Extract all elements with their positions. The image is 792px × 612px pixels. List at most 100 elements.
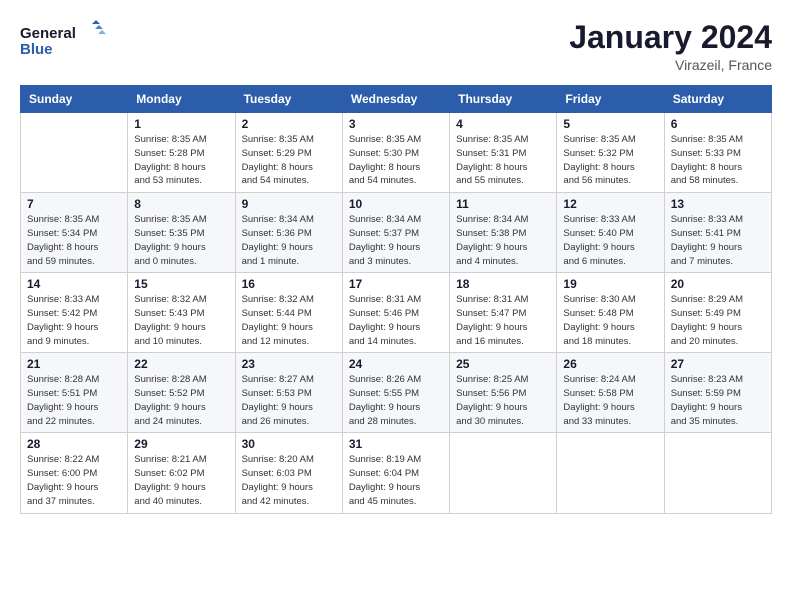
day-info: Sunrise: 8:35 AMSunset: 5:32 PMDaylight:… (563, 133, 657, 188)
day-cell: 9Sunrise: 8:34 AMSunset: 5:36 PMDaylight… (235, 193, 342, 273)
day-info: Sunrise: 8:28 AMSunset: 5:51 PMDaylight:… (27, 373, 121, 428)
header: General Blue January 2024 Virazeil, Fran… (20, 20, 772, 73)
day-info: Sunrise: 8:33 AMSunset: 5:40 PMDaylight:… (563, 213, 657, 268)
day-info: Sunrise: 8:35 AMSunset: 5:33 PMDaylight:… (671, 133, 765, 188)
week-row-2: 7 Sunrise: 8:35 AMSunset: 5:34 PMDaylight… (21, 193, 772, 273)
day-number: 23 (242, 357, 336, 371)
day-info: Sunrise: 8:21 AMSunset: 6:02 PMDaylight:… (134, 453, 228, 508)
day-number: 16 (242, 277, 336, 291)
title-area: January 2024 Virazeil, France (569, 20, 772, 73)
location: Virazeil, France (569, 57, 772, 73)
day-info: Sunrise: 8:32 AMSunset: 5:43 PMDaylight:… (134, 293, 228, 348)
day-cell: 26 Sunrise: 8:24 AMSunset: 5:58 PMDayligh… (557, 353, 664, 433)
day-number: 3 (349, 117, 443, 131)
svg-text:General: General (20, 25, 76, 42)
day-cell: 6Sunrise: 8:35 AMSunset: 5:33 PMDaylight… (664, 113, 771, 193)
day-number: 4 (456, 117, 550, 131)
day-number: 7 (27, 197, 121, 211)
day-cell: 31 Sunrise: 8:19 AMSunset: 6:04 PMDayligh… (342, 433, 449, 513)
day-cell: 21 Sunrise: 8:28 AMSunset: 5:51 PMDayligh… (21, 353, 128, 433)
day-number: 9 (242, 197, 336, 211)
day-info: Sunrise: 8:25 AMSunset: 5:56 PMDaylight:… (456, 373, 550, 428)
day-cell (450, 433, 557, 513)
day-info: Sunrise: 8:27 AMSunset: 5:53 PMDaylight:… (242, 373, 336, 428)
day-cell: 25 Sunrise: 8:25 AMSunset: 5:56 PMDayligh… (450, 353, 557, 433)
day-cell: 1 Sunrise: 8:35 AMSunset: 5:28 PMDaylight… (128, 113, 235, 193)
col-header-thursday: Thursday (450, 86, 557, 113)
day-number: 22 (134, 357, 228, 371)
col-header-tuesday: Tuesday (235, 86, 342, 113)
day-info: Sunrise: 8:31 AMSunset: 5:47 PMDaylight:… (456, 293, 550, 348)
day-info: Sunrise: 8:35 AMSunset: 5:34 PMDaylight:… (27, 213, 121, 268)
day-number: 25 (456, 357, 550, 371)
page: General Blue January 2024 Virazeil, Fran… (0, 0, 792, 612)
day-cell: 19 Sunrise: 8:30 AMSunset: 5:48 PMDayligh… (557, 273, 664, 353)
day-cell: 23 Sunrise: 8:27 AMSunset: 5:53 PMDayligh… (235, 353, 342, 433)
col-header-monday: Monday (128, 86, 235, 113)
day-number: 31 (349, 437, 443, 451)
day-cell: 28Sunrise: 8:22 AMSunset: 6:00 PMDayligh… (21, 433, 128, 513)
day-cell: 11Sunrise: 8:34 AMSunset: 5:38 PMDayligh… (450, 193, 557, 273)
month-title: January 2024 (569, 20, 772, 55)
day-number: 15 (134, 277, 228, 291)
week-row-1: 1 Sunrise: 8:35 AMSunset: 5:28 PMDaylight… (21, 113, 772, 193)
day-cell: 29 Sunrise: 8:21 AMSunset: 6:02 PMDayligh… (128, 433, 235, 513)
day-cell (21, 113, 128, 193)
day-info: Sunrise: 8:35 AMSunset: 5:28 PMDaylight:… (134, 133, 228, 188)
day-info: Sunrise: 8:23 AMSunset: 5:59 PMDaylight:… (671, 373, 765, 428)
day-number: 19 (563, 277, 657, 291)
day-cell: 18 Sunrise: 8:31 AMSunset: 5:47 PMDayligh… (450, 273, 557, 353)
day-number: 26 (563, 357, 657, 371)
day-info: Sunrise: 8:26 AMSunset: 5:55 PMDaylight:… (349, 373, 443, 428)
day-info: Sunrise: 8:35 AMSunset: 5:30 PMDaylight:… (349, 133, 443, 188)
logo: General Blue (20, 20, 110, 62)
day-info: Sunrise: 8:28 AMSunset: 5:52 PMDaylight:… (134, 373, 228, 428)
day-cell (664, 433, 771, 513)
day-cell: 15 Sunrise: 8:32 AMSunset: 5:43 PMDayligh… (128, 273, 235, 353)
day-cell: 22 Sunrise: 8:28 AMSunset: 5:52 PMDayligh… (128, 353, 235, 433)
day-number: 14 (27, 277, 121, 291)
day-info: Sunrise: 8:33 AMSunset: 5:42 PMDaylight:… (27, 293, 121, 348)
day-number: 10 (349, 197, 443, 211)
day-cell: 30 Sunrise: 8:20 AMSunset: 6:03 PMDayligh… (235, 433, 342, 513)
day-info: Sunrise: 8:29 AMSunset: 5:49 PMDaylight:… (671, 293, 765, 348)
day-cell: 10 Sunrise: 8:34 AMSunset: 5:37 PMDayligh… (342, 193, 449, 273)
header-row: SundayMondayTuesdayWednesdayThursdayFrid… (21, 86, 772, 113)
col-header-sunday: Sunday (21, 86, 128, 113)
day-cell: 27Sunrise: 8:23 AMSunset: 5:59 PMDayligh… (664, 353, 771, 433)
day-cell: 8 Sunrise: 8:35 AMSunset: 5:35 PMDaylight… (128, 193, 235, 273)
day-number: 5 (563, 117, 657, 131)
day-info: Sunrise: 8:19 AMSunset: 6:04 PMDaylight:… (349, 453, 443, 508)
day-cell: 12Sunrise: 8:33 AMSunset: 5:40 PMDayligh… (557, 193, 664, 273)
day-number: 17 (349, 277, 443, 291)
day-cell: 2Sunrise: 8:35 AMSunset: 5:29 PMDaylight… (235, 113, 342, 193)
col-header-wednesday: Wednesday (342, 86, 449, 113)
day-number: 30 (242, 437, 336, 451)
day-info: Sunrise: 8:35 AMSunset: 5:29 PMDaylight:… (242, 133, 336, 188)
day-cell: 16Sunrise: 8:32 AMSunset: 5:44 PMDayligh… (235, 273, 342, 353)
logo-svg: General Blue (20, 20, 110, 62)
day-number: 11 (456, 197, 550, 211)
day-info: Sunrise: 8:20 AMSunset: 6:03 PMDaylight:… (242, 453, 336, 508)
day-info: Sunrise: 8:35 AMSunset: 5:31 PMDaylight:… (456, 133, 550, 188)
day-number: 13 (671, 197, 765, 211)
day-info: Sunrise: 8:31 AMSunset: 5:46 PMDaylight:… (349, 293, 443, 348)
day-info: Sunrise: 8:33 AMSunset: 5:41 PMDaylight:… (671, 213, 765, 268)
day-info: Sunrise: 8:35 AMSunset: 5:35 PMDaylight:… (134, 213, 228, 268)
svg-text:Blue: Blue (20, 41, 53, 58)
col-header-friday: Friday (557, 86, 664, 113)
week-row-5: 28Sunrise: 8:22 AMSunset: 6:00 PMDayligh… (21, 433, 772, 513)
day-number: 21 (27, 357, 121, 371)
day-number: 20 (671, 277, 765, 291)
week-row-4: 21 Sunrise: 8:28 AMSunset: 5:51 PMDayligh… (21, 353, 772, 433)
day-info: Sunrise: 8:34 AMSunset: 5:37 PMDaylight:… (349, 213, 443, 268)
calendar-table: SundayMondayTuesdayWednesdayThursdayFrid… (20, 85, 772, 513)
day-number: 8 (134, 197, 228, 211)
day-info: Sunrise: 8:30 AMSunset: 5:48 PMDaylight:… (563, 293, 657, 348)
day-info: Sunrise: 8:24 AMSunset: 5:58 PMDaylight:… (563, 373, 657, 428)
day-number: 1 (134, 117, 228, 131)
day-number: 18 (456, 277, 550, 291)
day-number: 28 (27, 437, 121, 451)
day-cell: 14 Sunrise: 8:33 AMSunset: 5:42 PMDayligh… (21, 273, 128, 353)
day-number: 29 (134, 437, 228, 451)
